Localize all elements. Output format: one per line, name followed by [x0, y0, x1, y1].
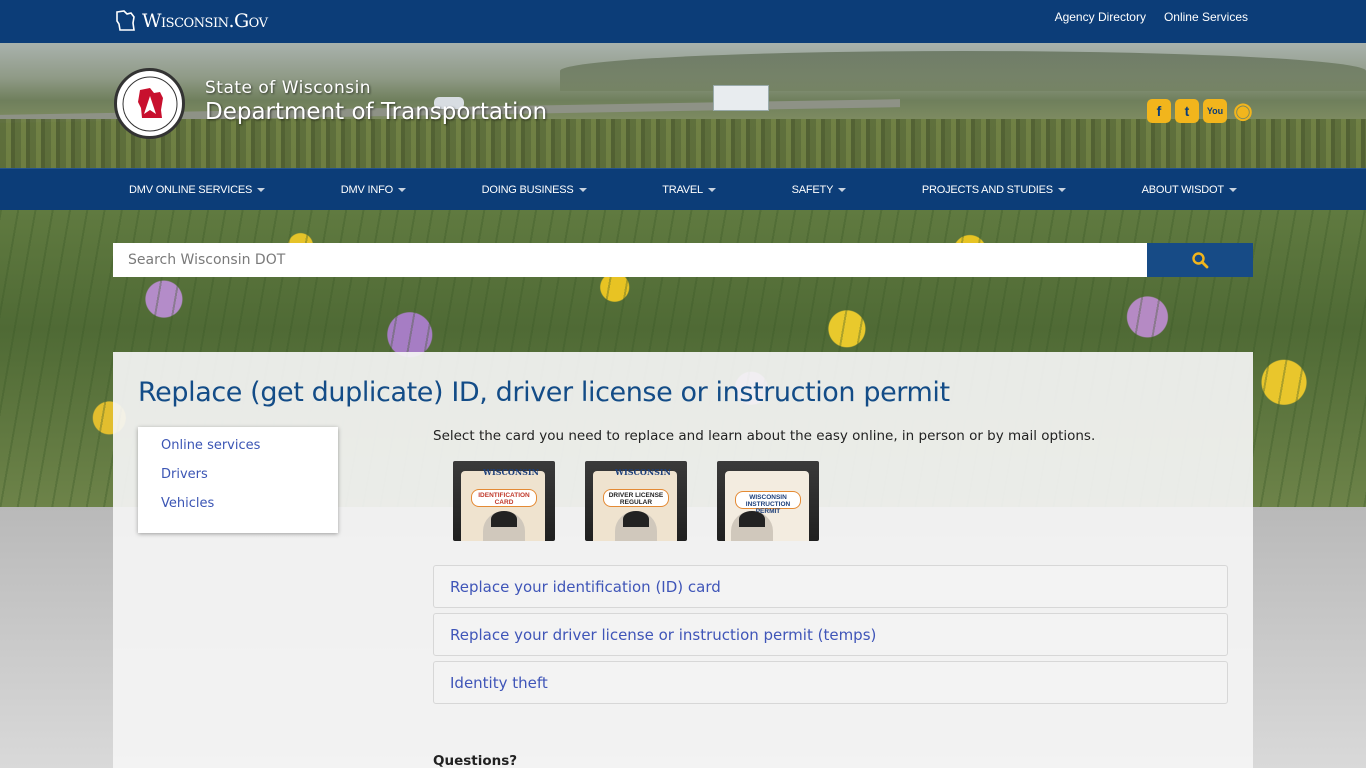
- caret-down-icon: [1057, 188, 1066, 192]
- card-label: WISCONSIN INSTRUCTION PERMIT: [735, 491, 801, 515]
- department-name: Department of Transportation: [205, 99, 548, 125]
- replacement-accordion: Replace your identification (ID) card Re…: [433, 565, 1228, 709]
- card-label: IDENTIFICATION CARD: [471, 489, 537, 507]
- agency-name[interactable]: State of Wisconsin Department of Transpo…: [205, 78, 547, 125]
- nav-label: DMV ONLINE SERVICES: [129, 184, 253, 196]
- banner-truck: [713, 85, 769, 111]
- podcast-icon[interactable]: ◉: [1231, 98, 1255, 123]
- nav-about-wisdot[interactable]: ABOUT WISDOT: [1126, 169, 1253, 211]
- twitter-icon[interactable]: t: [1175, 99, 1199, 123]
- nav-projects-and-studies[interactable]: PROJECTS AND STUDIES: [906, 169, 1082, 211]
- wisconsin-gov-logo[interactable]: Wisconsin.Gov: [114, 6, 268, 36]
- search-bar: [113, 243, 1253, 277]
- caret-down-icon: [838, 188, 847, 192]
- driver-license-image[interactable]: WISCONSIN DRIVER LICENSE REGULAR: [585, 461, 687, 541]
- nav-safety[interactable]: SAFETY: [776, 169, 863, 211]
- card-label-line2: REGULAR: [619, 499, 653, 506]
- caret-down-icon: [257, 188, 266, 192]
- agency-directory-link[interactable]: Agency Directory: [1055, 10, 1146, 24]
- caret-down-icon: [397, 188, 406, 192]
- caret-down-icon: [578, 188, 587, 192]
- nav-dmv-info[interactable]: DMV INFO: [325, 169, 422, 211]
- page-title: Replace (get duplicate) ID, driver licen…: [138, 377, 950, 408]
- top-bar: Wisconsin.Gov Agency Directory Online Se…: [0, 0, 1366, 43]
- card-label-line1: IDENTIFICATION: [478, 492, 530, 499]
- sidenav-vehicles[interactable]: Vehicles: [161, 495, 338, 524]
- wisdot-seal-icon: [122, 76, 177, 131]
- search-icon: [1192, 252, 1209, 269]
- accordion-replace-driver-license[interactable]: Replace your driver license or instructi…: [433, 613, 1228, 656]
- content-panel: Replace (get duplicate) ID, driver licen…: [113, 352, 1253, 768]
- main-nav: DMV ONLINE SERVICES DMV INFO DOING BUSIN…: [0, 168, 1366, 210]
- search-input[interactable]: [113, 243, 1147, 277]
- nav-label: SAFETY: [791, 184, 834, 196]
- card-label-line2: CARD: [494, 499, 514, 506]
- card-label: DRIVER LICENSE REGULAR: [603, 489, 669, 507]
- card-thumbnails: WISCONSIN IDENTIFICATION CARD WISCONSIN D…: [453, 461, 819, 541]
- nav-label: DMV INFO: [340, 184, 393, 196]
- top-links: Agency Directory Online Services: [1055, 10, 1248, 24]
- search-button[interactable]: [1147, 243, 1253, 277]
- nav-label: DOING BUSINESS: [481, 184, 574, 196]
- accordion-replace-id-card[interactable]: Replace your identification (ID) card: [433, 565, 1228, 608]
- questions-heading: Questions?: [433, 753, 518, 768]
- nav-label: PROJECTS AND STUDIES: [921, 184, 1053, 196]
- instruction-permit-image[interactable]: WISCONSIN INSTRUCTION PERMIT: [717, 461, 819, 541]
- nav-label: TRAVEL: [662, 184, 703, 196]
- accordion-identity-theft[interactable]: Identity theft: [433, 661, 1228, 704]
- state-name: State of Wisconsin: [205, 78, 372, 98]
- online-services-link[interactable]: Online Services: [1164, 10, 1248, 24]
- nav-label: ABOUT WISDOT: [1141, 184, 1225, 196]
- wisconsin-gov-wordmark: Wisconsin.Gov: [142, 10, 268, 32]
- id-card-image[interactable]: WISCONSIN IDENTIFICATION CARD: [453, 461, 555, 541]
- youtube-icon[interactable]: You: [1203, 99, 1227, 123]
- social-links: f t You ◉: [1147, 98, 1255, 123]
- wisdot-seal-logo[interactable]: [114, 68, 185, 139]
- sidenav-drivers[interactable]: Drivers: [161, 466, 338, 495]
- banner-hills: [560, 51, 1366, 91]
- caret-down-icon: [707, 188, 716, 192]
- card-label-line1: WISCONSIN: [749, 494, 787, 501]
- wisconsin-map-icon: [116, 10, 135, 31]
- card-brand: WISCONSIN: [615, 467, 671, 477]
- card-brand: WISCONSIN: [483, 467, 539, 477]
- card-label-line1: DRIVER LICENSE: [608, 492, 664, 499]
- side-nav: Online services Drivers Vehicles: [138, 427, 338, 533]
- sidenav-online-services[interactable]: Online services: [161, 437, 338, 466]
- banner-grass: [0, 119, 1366, 168]
- nav-travel[interactable]: TRAVEL: [646, 169, 732, 211]
- caret-down-icon: [1228, 188, 1237, 192]
- nav-dmv-online-services[interactable]: DMV ONLINE SERVICES: [113, 169, 281, 211]
- facebook-icon[interactable]: f: [1147, 99, 1171, 123]
- nav-doing-business[interactable]: DOING BUSINESS: [466, 169, 603, 211]
- intro-text: Select the card you need to replace and …: [433, 428, 1096, 444]
